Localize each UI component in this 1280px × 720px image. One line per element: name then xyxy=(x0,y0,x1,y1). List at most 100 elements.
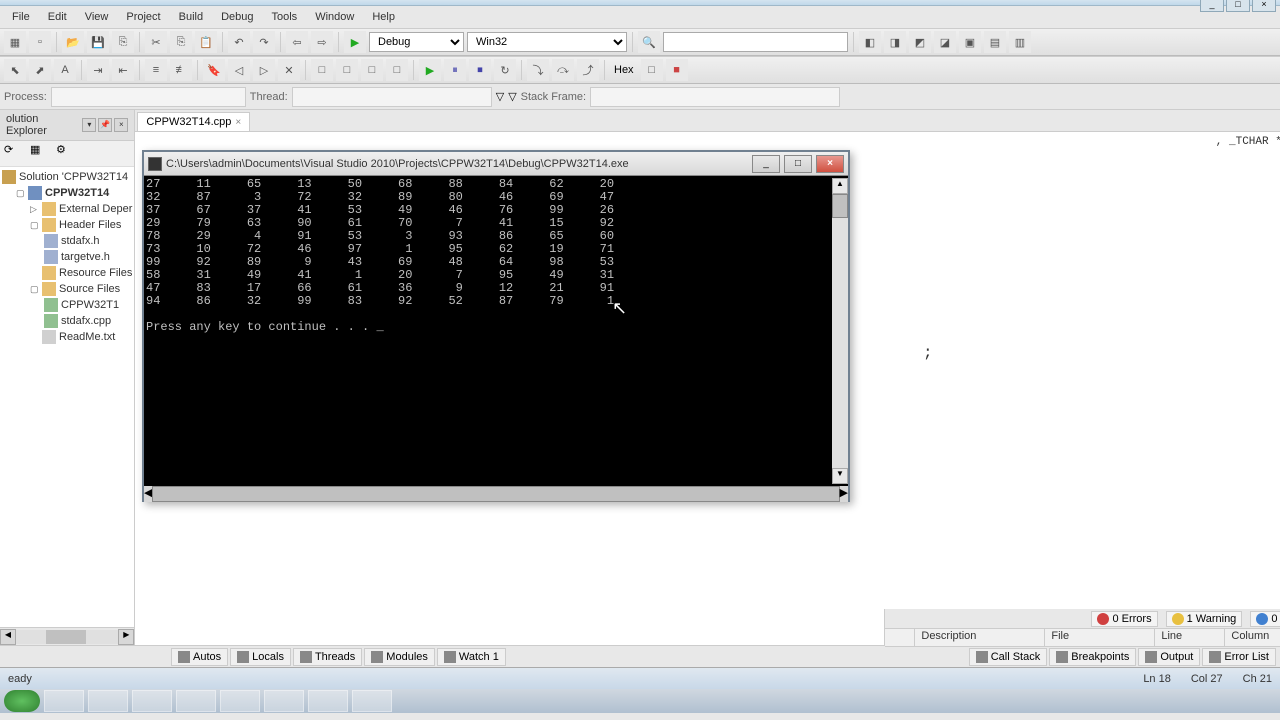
sol-sync-icon[interactable]: ⟳ xyxy=(4,143,26,165)
bookmark-next-icon[interactable]: ▷ xyxy=(253,59,275,81)
config-select[interactable]: Debug xyxy=(369,32,464,52)
save-all-icon[interactable]: ⎘ xyxy=(112,31,134,53)
scroll-right-icon[interactable]: ▶ xyxy=(840,486,848,502)
menu-help[interactable]: Help xyxy=(364,9,403,25)
tb-end1-icon[interactable]: □ xyxy=(641,59,663,81)
navigate-fwd-icon[interactable]: ⇨ xyxy=(311,31,333,53)
tb-ext2-icon[interactable]: ◨ xyxy=(884,31,906,53)
messages-badge[interactable]: 0 Messages xyxy=(1250,611,1280,627)
menu-project[interactable]: Project xyxy=(118,9,168,25)
tab-watch1[interactable]: Watch 1 xyxy=(437,648,506,666)
taskbar-app2[interactable] xyxy=(176,690,216,712)
h-scrollbar[interactable] xyxy=(16,630,118,644)
tree-stdafxcpp[interactable]: stdafx.cpp xyxy=(2,313,132,329)
tree-readme[interactable]: ReadMe.txt xyxy=(2,329,132,345)
taskbar-app1[interactable] xyxy=(132,690,172,712)
tab-threads[interactable]: Threads xyxy=(293,648,362,666)
console-close-button[interactable]: × xyxy=(816,155,844,173)
console-output[interactable]: 27 11 65 13 50 68 88 84 62 20 32 87 3 72… xyxy=(146,178,832,484)
tree-solution[interactable]: Solution 'CPPW32T14 xyxy=(2,169,132,185)
tab-errorlist[interactable]: Error List xyxy=(1202,648,1276,666)
tb-ext6-icon[interactable]: ▤ xyxy=(984,31,1006,53)
solution-tree[interactable]: Solution 'CPPW32T14 ▢CPPW32T14 ▷External… xyxy=(0,167,134,627)
save-icon[interactable]: 💾 xyxy=(87,31,109,53)
tree-project[interactable]: ▢CPPW32T14 xyxy=(2,185,132,201)
select-icon[interactable]: ⬈ xyxy=(29,59,51,81)
scroll-down-icon[interactable]: ▼ xyxy=(832,468,848,484)
scroll-left-icon[interactable]: ◀ xyxy=(0,629,16,645)
outdent-icon[interactable]: ⇤ xyxy=(112,59,134,81)
platform-select[interactable]: Win32 xyxy=(467,32,627,52)
add-item-icon[interactable]: ▫ xyxy=(29,31,51,53)
tb-ext7-icon[interactable]: ▥ xyxy=(1009,31,1031,53)
pointer-icon[interactable]: ⬉ xyxy=(4,59,26,81)
editor-tab[interactable]: CPPW32T14.cpp × xyxy=(137,112,250,131)
stop-icon[interactable]: ⏹ xyxy=(469,59,491,81)
uncomment-icon[interactable]: ≢ xyxy=(170,59,192,81)
tb-extra1-icon[interactable]: □ xyxy=(311,59,333,81)
undo-icon[interactable]: ↶ xyxy=(228,31,250,53)
sol-properties-icon[interactable]: ⚙ xyxy=(56,143,78,165)
err-col-icon[interactable] xyxy=(885,629,915,646)
tb-extra3-icon[interactable]: □ xyxy=(361,59,383,81)
tree-targetver[interactable]: targetve.h xyxy=(2,249,132,265)
panel-menu-icon[interactable]: ▾ xyxy=(82,118,96,132)
step-over-icon[interactable]: ⤼ xyxy=(552,59,574,81)
redo-icon[interactable]: ↷ xyxy=(253,31,275,53)
errors-badge[interactable]: 0 Errors xyxy=(1091,611,1157,627)
tb-ext4-icon[interactable]: ◪ xyxy=(934,31,956,53)
taskbar-app4[interactable] xyxy=(308,690,348,712)
step-out-icon[interactable]: ⤴ xyxy=(577,59,599,81)
restart-icon[interactable]: ↻ xyxy=(494,59,516,81)
taskbar-console[interactable] xyxy=(352,690,392,712)
menu-edit[interactable]: Edit xyxy=(40,9,75,25)
taskbar-ie[interactable] xyxy=(44,690,84,712)
panel-close-icon[interactable]: × xyxy=(114,118,128,132)
err-col-file[interactable]: File xyxy=(1045,629,1155,646)
menu-debug[interactable]: Debug xyxy=(213,9,261,25)
tree-source-files[interactable]: ▢Source Files xyxy=(2,281,132,297)
sol-show-all-icon[interactable]: ▦ xyxy=(30,143,52,165)
tree-resource-files[interactable]: Resource Files xyxy=(2,265,132,281)
h-scroll-thumb[interactable] xyxy=(152,486,839,502)
scroll-left-icon[interactable]: ◀ xyxy=(144,486,152,502)
tab-output[interactable]: Output xyxy=(1138,648,1200,666)
tab-close-icon[interactable]: × xyxy=(235,117,241,128)
bookmark-icon[interactable]: 🔖 xyxy=(203,59,225,81)
tab-breakpoints[interactable]: Breakpoints xyxy=(1049,648,1136,666)
navigate-back-icon[interactable]: ⇦ xyxy=(286,31,308,53)
tree-header-files[interactable]: ▢Header Files xyxy=(2,217,132,233)
thread-btn2-icon[interactable]: ▽ xyxy=(508,90,516,103)
taskbar-app3[interactable] xyxy=(264,690,304,712)
tab-callstack[interactable]: Call Stack xyxy=(969,648,1048,666)
paste-icon[interactable]: 📋 xyxy=(195,31,217,53)
tb-ext3-icon[interactable]: ◩ xyxy=(909,31,931,53)
thread-btn1-icon[interactable]: ▽ xyxy=(496,90,504,103)
find-icon[interactable]: 🔍 xyxy=(638,31,660,53)
console-maximize-button[interactable]: □ xyxy=(784,155,812,173)
close-button[interactable]: × xyxy=(1252,0,1276,12)
bookmark-clear-icon[interactable]: ✕ xyxy=(278,59,300,81)
find-input[interactable] xyxy=(663,32,848,52)
tab-locals[interactable]: Locals xyxy=(230,648,291,666)
comment-icon[interactable]: ≡ xyxy=(145,59,167,81)
menu-view[interactable]: View xyxy=(77,9,117,25)
cut-icon[interactable]: ✂ xyxy=(145,31,167,53)
bookmark-prev-icon[interactable]: ◁ xyxy=(228,59,250,81)
console-h-scrollbar[interactable]: ◀ ▶ xyxy=(144,486,848,502)
maximize-button[interactable]: □ xyxy=(1226,0,1250,12)
tb-extra2-icon[interactable]: □ xyxy=(336,59,358,81)
menu-tools[interactable]: Tools xyxy=(264,9,306,25)
indent-icon[interactable]: ⇥ xyxy=(87,59,109,81)
tb-ext5-icon[interactable]: ▣ xyxy=(959,31,981,53)
tb-extra4-icon[interactable]: □ xyxy=(386,59,408,81)
taskbar-word[interactable] xyxy=(220,690,260,712)
tree-external-deps[interactable]: ▷External Deper xyxy=(2,201,132,217)
start-button[interactable] xyxy=(4,690,40,712)
err-col-desc[interactable]: Description xyxy=(915,629,1045,646)
new-project-icon[interactable]: ▦ xyxy=(4,31,26,53)
step-into-icon[interactable]: ⤵ xyxy=(527,59,549,81)
continue-icon[interactable]: ▶ xyxy=(419,59,441,81)
pause-icon[interactable]: ⏸ xyxy=(444,59,466,81)
scroll-right-icon[interactable]: ▶ xyxy=(118,629,134,645)
